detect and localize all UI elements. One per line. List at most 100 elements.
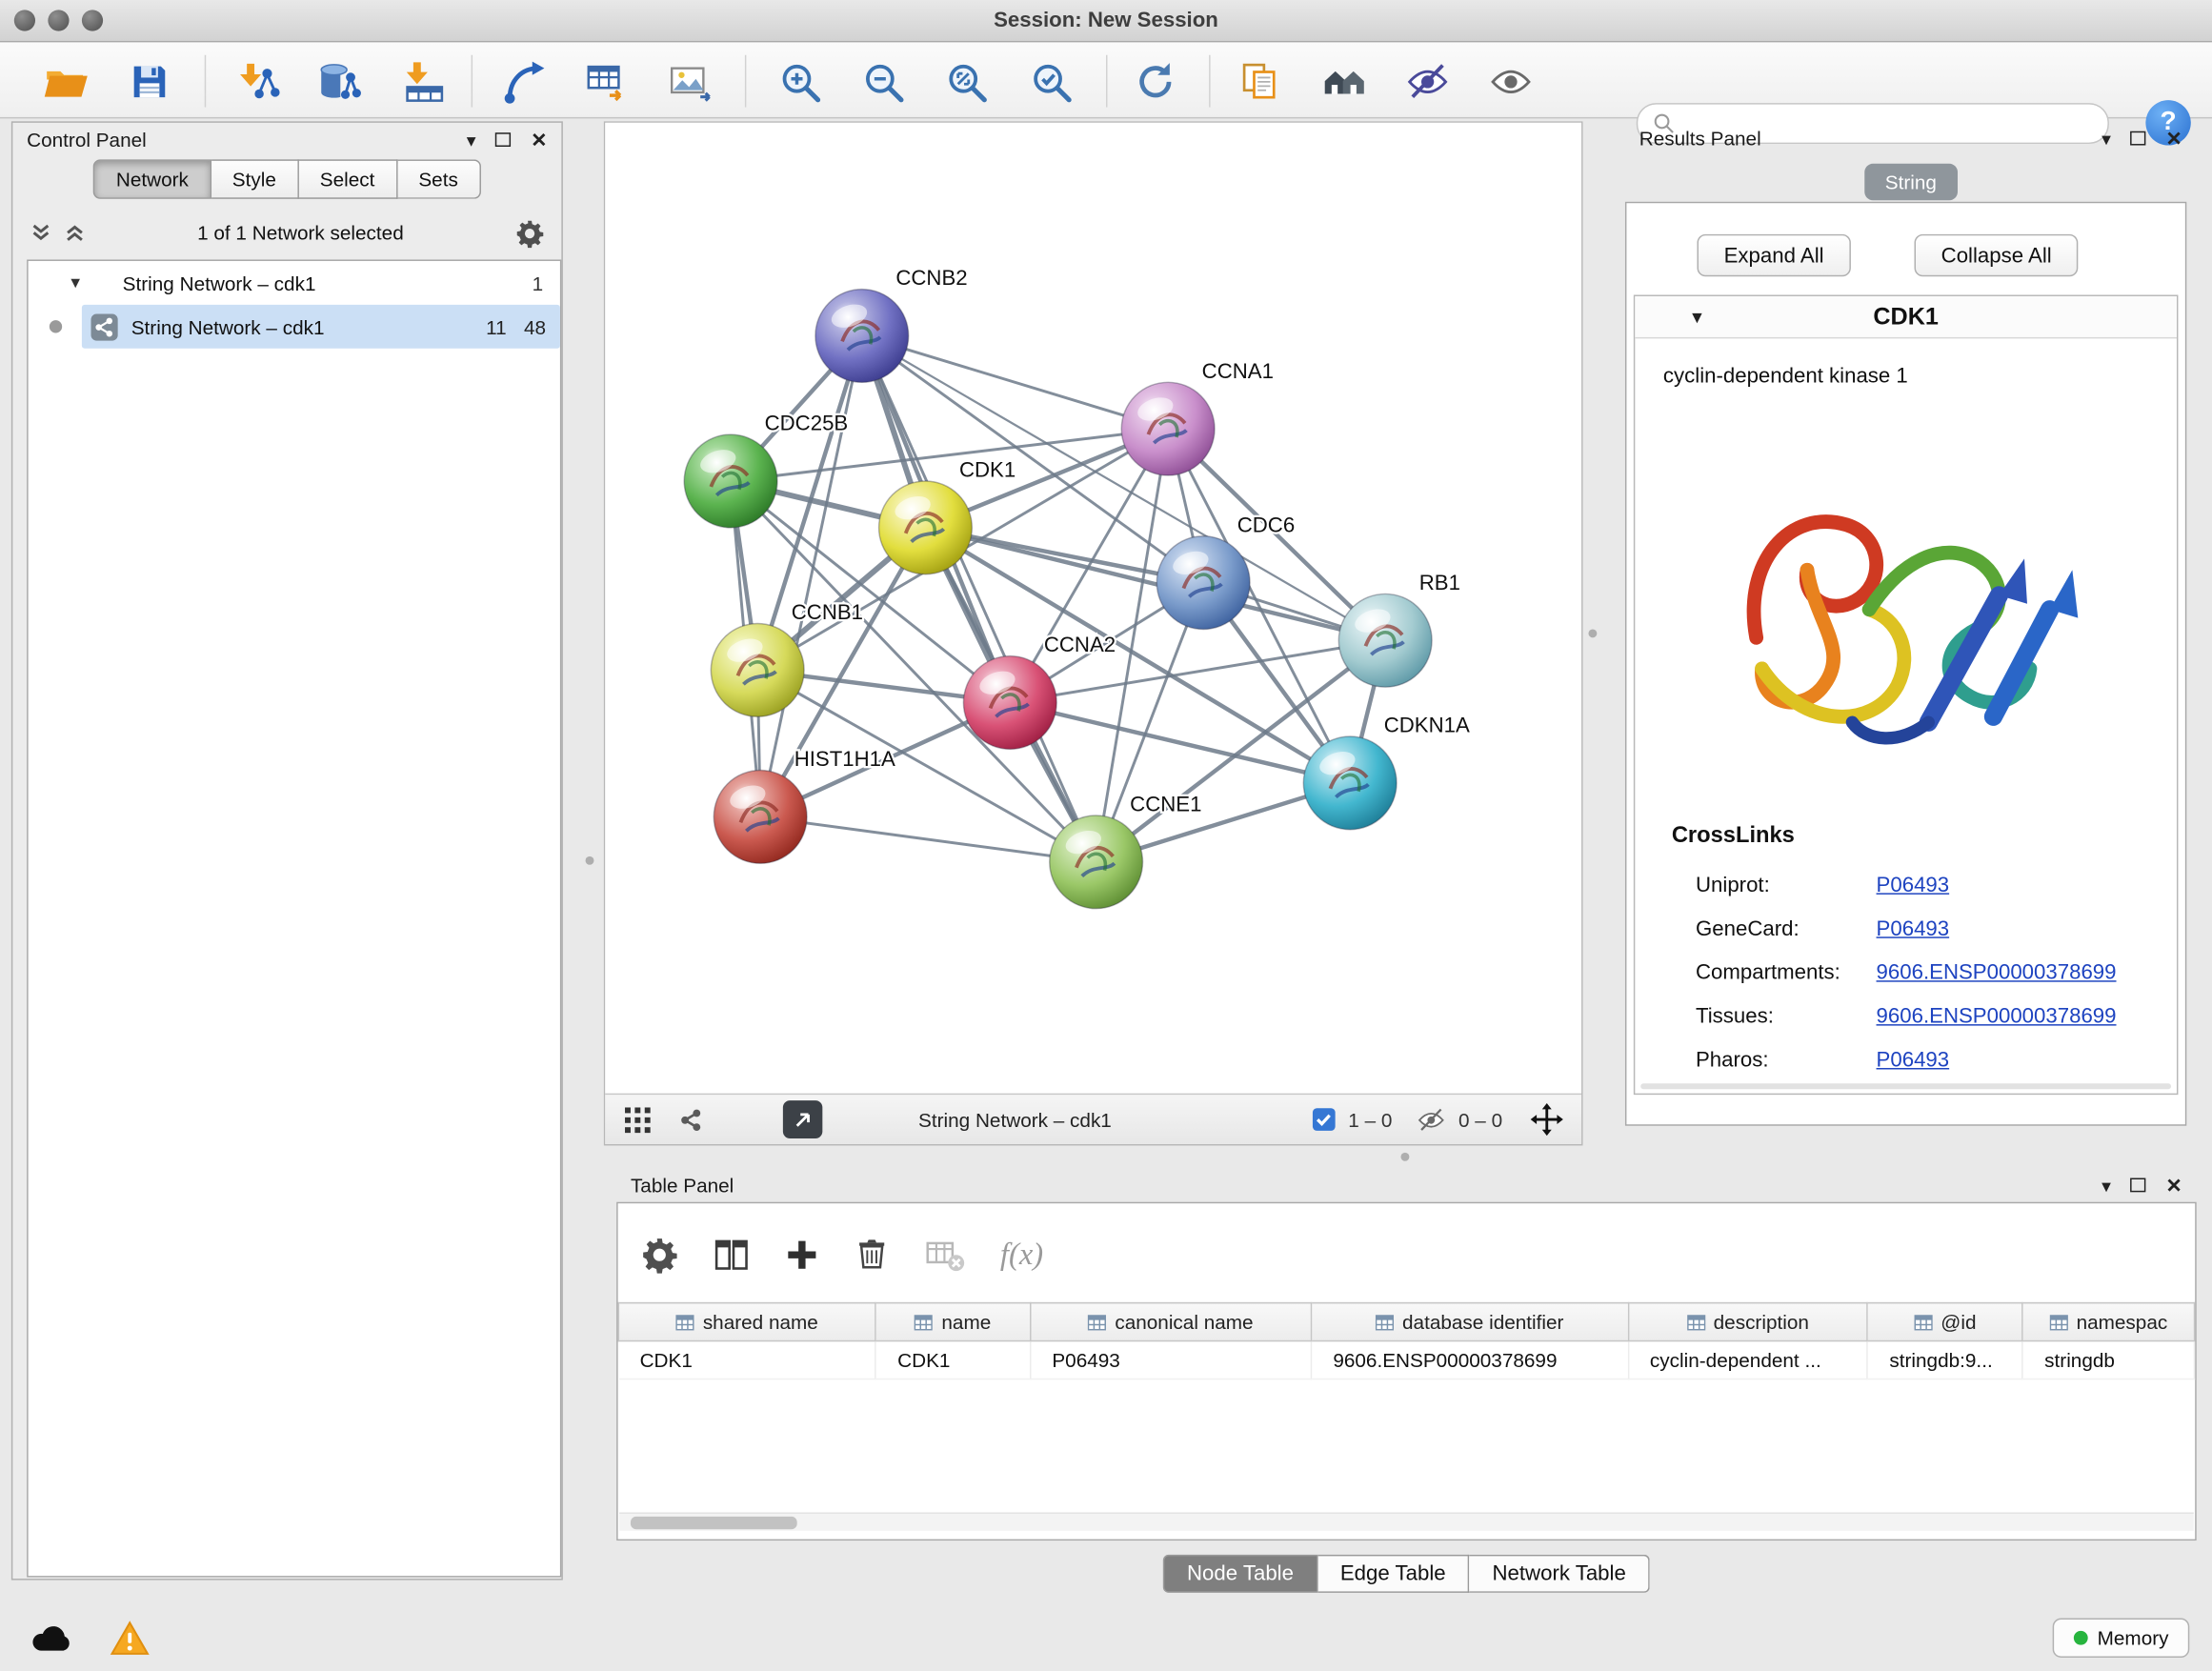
node-RB1[interactable]	[1338, 594, 1432, 687]
edge-HIST1H1A-CCNE1[interactable]	[760, 816, 1096, 861]
tab-string[interactable]: String	[1864, 164, 1959, 201]
minimize-window-button[interactable]	[48, 10, 69, 30]
zoom-selected-button[interactable]	[1020, 52, 1082, 111]
table-cell[interactable]: 9606.ENSP00000378699	[1311, 1341, 1628, 1379]
zoom-in-button[interactable]	[769, 52, 831, 111]
home-button[interactable]	[1314, 52, 1376, 111]
fit-content-button[interactable]	[1529, 1102, 1564, 1137]
results-horizontal-scrollbar[interactable]	[1640, 1083, 2171, 1089]
delete-column-button[interactable]	[854, 1236, 891, 1273]
panel-float-icon[interactable]	[2130, 1178, 2145, 1193]
column-header-description[interactable]: description	[1628, 1303, 1867, 1341]
open-session-button[interactable]	[34, 52, 96, 111]
create-column-button[interactable]	[784, 1237, 819, 1272]
scrollbar-thumb[interactable]	[631, 1517, 797, 1529]
column-header--id[interactable]: @id	[1867, 1303, 2022, 1341]
column-header-shared-name[interactable]: shared name	[618, 1303, 875, 1341]
panel-float-icon[interactable]	[2130, 131, 2145, 146]
network-canvas[interactable]: CCNB2CCNA1CDC25BCDK1CDC6RB1CCNB1CCNA2CDK…	[605, 123, 1581, 1094]
crosslink-link[interactable]: P06493	[1877, 917, 1950, 941]
crosslink-link[interactable]: 9606.ENSP00000378699	[1877, 960, 2117, 984]
expand-all-button[interactable]: Expand All	[1697, 234, 1850, 276]
table-options-button[interactable]	[640, 1235, 678, 1273]
edge-CCNB2-HIST1H1A[interactable]	[760, 335, 862, 816]
column-header-canonical-name[interactable]: canonical name	[1030, 1303, 1311, 1341]
import-network-from-database-button[interactable]	[308, 52, 370, 111]
table-cell[interactable]: stringdb:9...	[1867, 1341, 2022, 1379]
tab-select[interactable]: Select	[299, 159, 398, 198]
node-CDK1[interactable]	[879, 481, 973, 574]
node-CCNB1[interactable]	[711, 624, 804, 717]
horizontal-splitter-handle[interactable]	[1400, 1153, 1409, 1161]
node-CCNA2[interactable]	[963, 656, 1056, 750]
panel-close-icon[interactable]: ✕	[2166, 129, 2182, 149]
column-header-name[interactable]: name	[875, 1303, 1030, 1341]
panel-menu-icon[interactable]: ▾	[2101, 1176, 2111, 1194]
birdseye-view-button[interactable]	[622, 1104, 654, 1136]
warnings-button[interactable]	[99, 1614, 161, 1661]
maximize-window-button[interactable]	[82, 10, 103, 30]
network-options-button[interactable]	[515, 218, 545, 248]
column-header-namespac[interactable]: namespac	[2022, 1303, 2194, 1341]
node-CCNB2[interactable]	[815, 290, 909, 383]
edge-CCNB2-CCNA1[interactable]	[862, 335, 1168, 429]
function-builder-button[interactable]: f(x)	[1000, 1236, 1043, 1273]
crosslink-link[interactable]: 9606.ENSP00000378699	[1877, 1004, 2117, 1028]
tab-edge-table[interactable]: Edge Table	[1317, 1555, 1470, 1593]
network-graph[interactable]: CCNB2CCNA1CDC25BCDK1CDC6RB1CCNB1CCNA2CDK…	[605, 123, 1581, 1094]
zoom-fit-button[interactable]	[935, 52, 997, 111]
table-cell[interactable]: stringdb	[2022, 1341, 2194, 1379]
copy-button[interactable]	[1229, 52, 1291, 111]
table-horizontal-scrollbar[interactable]	[619, 1512, 2194, 1530]
zoom-out-button[interactable]	[852, 52, 914, 111]
close-window-button[interactable]	[14, 10, 35, 30]
table-cell[interactable]: CDK1	[875, 1341, 1030, 1379]
table-row[interactable]: CDK1CDK1P064939606.ENSP00000378699cyclin…	[618, 1341, 2194, 1379]
collection-expand-triangle-icon[interactable]: ▼	[68, 274, 83, 292]
tab-node-table[interactable]: Node Table	[1163, 1555, 1317, 1593]
tab-network-table[interactable]: Network Table	[1470, 1555, 1650, 1593]
tab-style[interactable]: Style	[211, 159, 299, 198]
panel-menu-icon[interactable]: ▾	[2101, 129, 2111, 147]
open-external-button[interactable]	[783, 1100, 822, 1138]
panel-close-icon[interactable]: ✕	[531, 130, 547, 150]
node-CDC25B[interactable]	[684, 434, 777, 528]
node-CCNE1[interactable]	[1050, 815, 1143, 909]
cloud-status-button[interactable]	[20, 1614, 82, 1661]
table-from-network-button[interactable]	[575, 52, 637, 111]
show-columns-button[interactable]	[713, 1235, 751, 1273]
network-row[interactable]: String Network – cdk1 11 48	[29, 305, 560, 349]
node-HIST1H1A[interactable]	[714, 771, 807, 864]
crosslink-link[interactable]: P06493	[1877, 874, 1950, 897]
column-header-database-identifier[interactable]: database identifier	[1311, 1303, 1628, 1341]
save-session-button[interactable]	[118, 52, 180, 111]
collapse-all-networks-button[interactable]	[30, 221, 52, 244]
hide-selected-button[interactable]	[1397, 52, 1458, 111]
network-collection-row[interactable]: ▼ String Network – cdk1 1	[29, 261, 560, 305]
edge-CDK1-RB1[interactable]	[925, 528, 1385, 640]
table-cell[interactable]: cyclin-dependent ...	[1628, 1341, 1867, 1379]
node-CCNA1[interactable]	[1121, 382, 1215, 475]
refresh-button[interactable]	[1124, 52, 1186, 111]
import-network-from-file-button[interactable]	[227, 52, 289, 111]
import-table-from-file-button[interactable]	[393, 52, 455, 111]
left-splitter-handle[interactable]	[586, 856, 594, 865]
expand-all-networks-button[interactable]	[64, 221, 87, 244]
memory-button[interactable]: Memory	[2053, 1619, 2190, 1658]
right-splitter-handle[interactable]	[1588, 629, 1597, 637]
tab-sets[interactable]: Sets	[397, 159, 480, 198]
network-from-selection-button[interactable]	[493, 52, 555, 111]
gene-expand-triangle-icon[interactable]: ▼	[1689, 307, 1706, 327]
node-CDC6[interactable]	[1156, 536, 1250, 630]
node-CDKN1A[interactable]	[1303, 736, 1397, 830]
table-cell[interactable]: P06493	[1030, 1341, 1311, 1379]
panel-menu-icon[interactable]: ▾	[467, 131, 476, 149]
table-cell[interactable]: CDK1	[618, 1341, 875, 1379]
tab-network[interactable]: Network	[93, 159, 211, 198]
edge-CCNB2-CCNE1[interactable]	[862, 335, 1096, 861]
show-all-button[interactable]	[1479, 52, 1541, 111]
collapse-all-button[interactable]: Collapse All	[1915, 234, 2079, 276]
panel-float-icon[interactable]	[495, 132, 511, 147]
delete-table-button[interactable]	[924, 1235, 966, 1273]
network-overview-button[interactable]	[675, 1104, 707, 1136]
